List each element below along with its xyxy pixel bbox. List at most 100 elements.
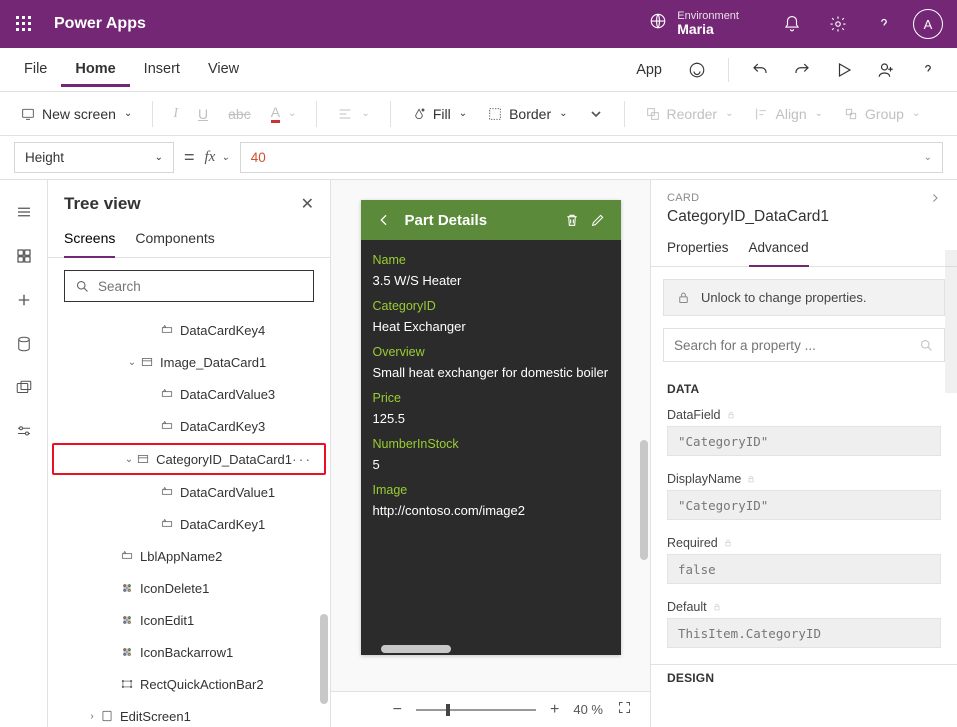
- text-align-button[interactable]: ⌄: [329, 100, 377, 128]
- italic-button[interactable]: I: [165, 100, 186, 128]
- tree-item[interactable]: ⌄CategoryID_DataCard1···: [52, 443, 326, 475]
- tree-close-icon[interactable]: ✕: [301, 194, 314, 214]
- canvas-footer: − + 40 %: [331, 691, 650, 727]
- notifications-icon[interactable]: [769, 0, 815, 48]
- tree-item[interactable]: ⌄Image_DataCard1: [48, 346, 330, 378]
- field-value: 125.5: [373, 411, 609, 426]
- card-icon: [140, 355, 154, 369]
- menu-app[interactable]: App: [624, 56, 674, 84]
- formula-input[interactable]: 40⌄: [240, 142, 943, 173]
- avatar[interactable]: A: [913, 9, 943, 39]
- field-icon: [160, 517, 174, 531]
- tree-item[interactable]: IconBackarrow1: [48, 636, 330, 668]
- tree-item[interactable]: ›EditScreen1: [48, 700, 330, 727]
- tree-tab-components[interactable]: Components: [135, 222, 214, 257]
- scrollbar-thumb[interactable]: [320, 614, 328, 704]
- tree-item[interactable]: DataCardKey1: [48, 508, 330, 540]
- help-icon[interactable]: [861, 0, 907, 48]
- rail-data-icon[interactable]: [1, 322, 47, 366]
- app-checker-icon[interactable]: [678, 52, 716, 88]
- align-button[interactable]: Align⌄: [746, 100, 832, 128]
- menu-view[interactable]: View: [194, 53, 253, 87]
- fx-button[interactable]: fx ⌄: [205, 149, 230, 166]
- tree-search[interactable]: [64, 270, 314, 302]
- redo-icon[interactable]: [783, 52, 821, 88]
- font-color-button[interactable]: A⌄: [263, 98, 305, 129]
- property-input[interactable]: false: [667, 554, 941, 584]
- share-icon[interactable]: [867, 52, 905, 88]
- tree-item-label: DataCardKey4: [180, 323, 265, 338]
- tab-properties[interactable]: Properties: [667, 240, 729, 266]
- rail-insert-icon[interactable]: [1, 278, 47, 322]
- underline-button[interactable]: U: [190, 100, 216, 128]
- property-label: DataField: [667, 408, 941, 422]
- zoom-slider[interactable]: [416, 709, 536, 711]
- tree-tab-screens[interactable]: Screens: [64, 222, 115, 258]
- menu-insert[interactable]: Insert: [130, 53, 194, 87]
- tree-item[interactable]: IconEdit1: [48, 604, 330, 636]
- menu-help-icon[interactable]: [909, 52, 947, 88]
- fill-button[interactable]: Fill⌄: [403, 100, 475, 128]
- card-icon: [136, 452, 150, 466]
- zoom-in-button[interactable]: +: [546, 701, 563, 719]
- property-label: Required: [667, 536, 941, 550]
- undo-icon[interactable]: [741, 52, 779, 88]
- preview-icon[interactable]: [825, 52, 863, 88]
- field-icon: [160, 419, 174, 433]
- property-label: DisplayName: [667, 472, 941, 486]
- more-icon[interactable]: ···: [292, 451, 312, 467]
- back-icon[interactable]: [371, 207, 397, 233]
- chevron-right-icon[interactable]: [929, 192, 941, 204]
- field-value: http://contoso.com/image2: [373, 503, 609, 518]
- rail-tools-icon[interactable]: [1, 410, 47, 454]
- tree-item-label: LblAppName2: [140, 549, 222, 564]
- property-search[interactable]: [663, 328, 945, 362]
- menu-home[interactable]: Home: [61, 53, 129, 87]
- tree-item[interactable]: DataCardValue1: [48, 476, 330, 508]
- rail-tree-icon[interactable]: [1, 234, 47, 278]
- property-row: Default ThisItem.CategoryID: [651, 594, 957, 658]
- fit-screen-icon[interactable]: [613, 700, 636, 720]
- property-selector[interactable]: Height⌄: [14, 142, 174, 173]
- tree-item[interactable]: DataCardKey4: [48, 314, 330, 346]
- app-launcher-icon[interactable]: [8, 8, 40, 40]
- group-button[interactable]: Group⌄: [835, 100, 928, 128]
- environment-icon: [649, 12, 667, 35]
- lock-icon: [723, 538, 733, 548]
- environment-selector[interactable]: Environment Maria: [639, 6, 749, 41]
- tree-item[interactable]: DataCardValue3: [48, 378, 330, 410]
- tree-item[interactable]: RectQuickActionBar2: [48, 668, 330, 700]
- zoom-out-button[interactable]: −: [389, 701, 406, 719]
- rail-media-icon[interactable]: [1, 366, 47, 410]
- property-search-input[interactable]: [674, 338, 919, 353]
- canvas-scrollbar-h[interactable]: [381, 645, 451, 653]
- tree-search-input[interactable]: [98, 279, 303, 294]
- border-button[interactable]: Border⌄: [479, 100, 575, 128]
- ribbon: New screen⌄ I U abc A⌄ ⌄ Fill⌄ Border⌄ R…: [0, 92, 957, 136]
- tree-item[interactable]: DataCardKey3: [48, 410, 330, 442]
- property-input[interactable]: "CategoryID": [667, 490, 941, 520]
- environment-name: Maria: [677, 22, 739, 37]
- reorder-button[interactable]: Reorder⌄: [637, 100, 742, 128]
- delete-icon[interactable]: [559, 207, 585, 233]
- property-input[interactable]: "CategoryID": [667, 426, 941, 456]
- tree-item-label: DataCardValue1: [180, 485, 275, 500]
- field-icon: [160, 387, 174, 401]
- field-icon: [160, 323, 174, 337]
- edit-icon[interactable]: [585, 207, 611, 233]
- tree-item[interactable]: IconDelete1: [48, 572, 330, 604]
- tree-item[interactable]: LblAppName2: [48, 540, 330, 572]
- property-input[interactable]: ThisItem.CategoryID: [667, 618, 941, 648]
- more-button[interactable]: [580, 100, 612, 128]
- rail-hamburger-icon[interactable]: [1, 190, 47, 234]
- settings-icon[interactable]: [815, 0, 861, 48]
- strikethrough-button[interactable]: abc: [220, 100, 259, 128]
- menu-file[interactable]: File: [10, 53, 61, 87]
- equals-sign: =: [184, 147, 195, 168]
- unlock-button[interactable]: Unlock to change properties.: [663, 279, 945, 316]
- new-screen-button[interactable]: New screen⌄: [12, 100, 140, 128]
- phone-body: Name3.5 W/S HeaterCategoryIDHeat Exchang…: [361, 240, 621, 655]
- app-name: Power Apps: [54, 15, 146, 33]
- tab-advanced[interactable]: Advanced: [749, 240, 809, 267]
- canvas-scrollbar-v[interactable]: [640, 440, 648, 560]
